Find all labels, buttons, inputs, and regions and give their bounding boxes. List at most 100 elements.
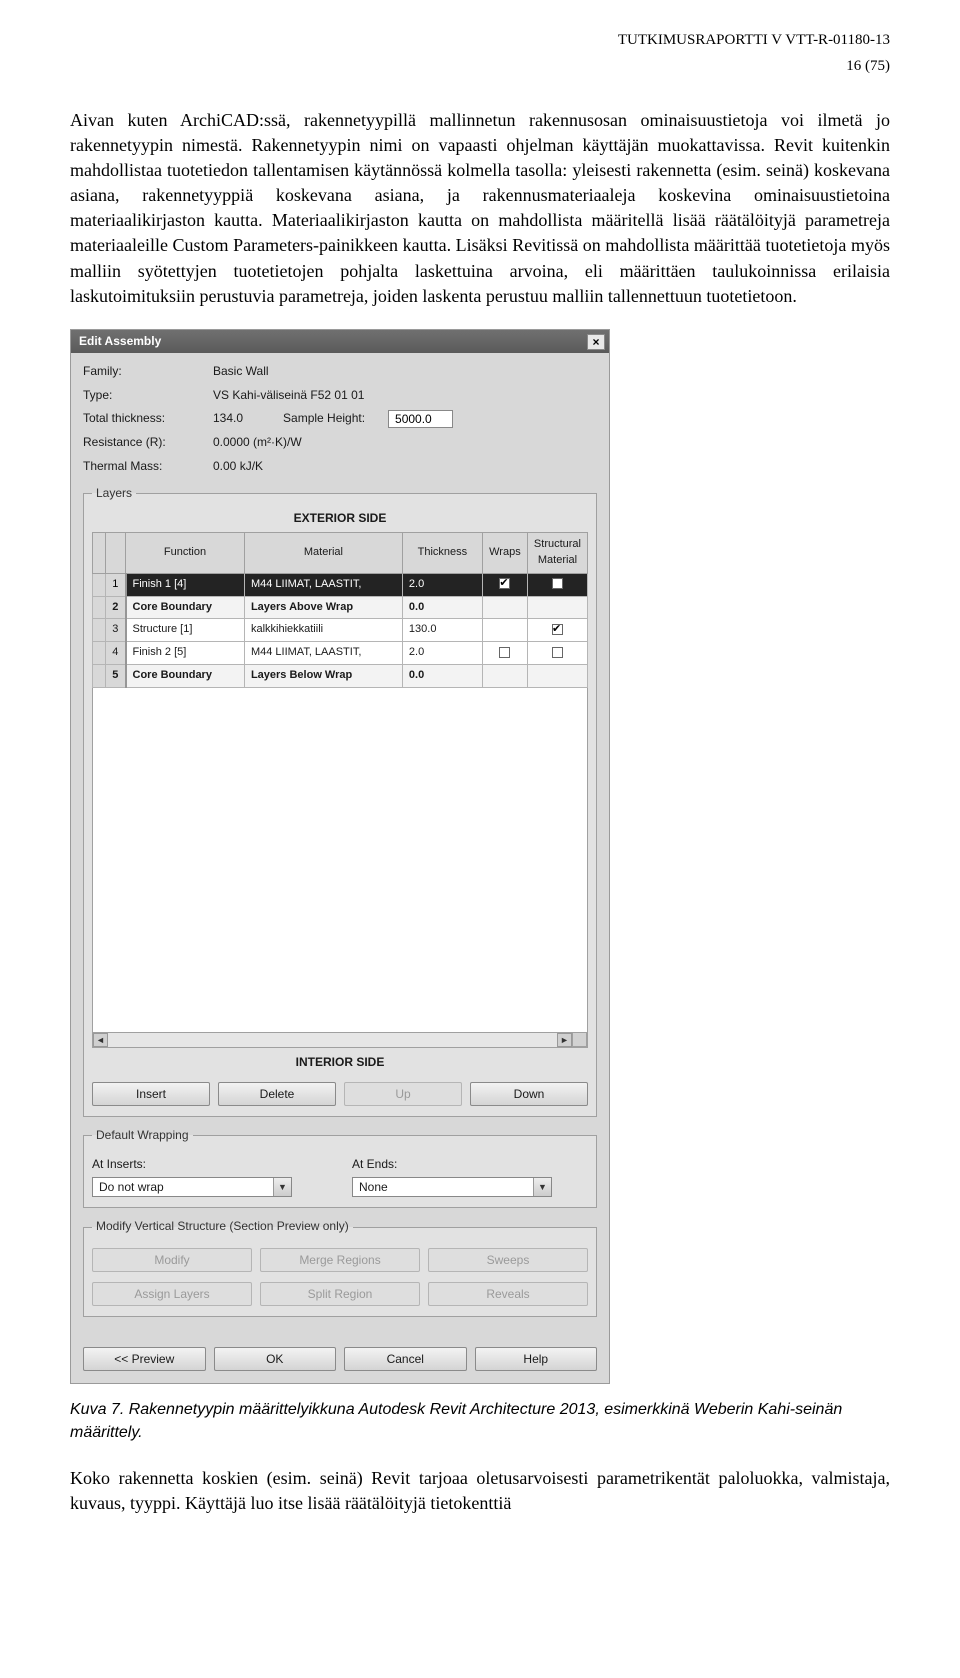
report-header: TUTKIMUSRAPORTTI V VTT-R-01180-13 xyxy=(70,30,890,52)
dialog-title: Edit Assembly xyxy=(79,333,161,350)
sample-height-label: Sample Height: xyxy=(283,410,388,427)
structural-cell[interactable] xyxy=(527,665,587,688)
split-region-button[interactable]: Split Region xyxy=(260,1282,420,1306)
material-cell[interactable]: Layers Above Wrap xyxy=(244,596,402,619)
table-row[interactable]: 1Finish 1 [4]M44 LIIMAT, LAASTIT,2.0 xyxy=(93,573,588,596)
body-paragraph-1: Aivan kuten ArchiCAD:ssä, rakennetyypill… xyxy=(70,108,890,310)
chevron-down-icon[interactable]: ▼ xyxy=(533,1178,551,1196)
function-cell[interactable]: Core Boundary xyxy=(126,665,245,688)
row-number[interactable]: 3 xyxy=(106,619,126,642)
checkbox-icon[interactable] xyxy=(552,624,563,635)
total-thickness-label: Total thickness: xyxy=(83,410,213,427)
cancel-button[interactable]: Cancel xyxy=(344,1347,467,1371)
table-row[interactable]: 5Core BoundaryLayers Below Wrap0.0 xyxy=(93,665,588,688)
material-cell[interactable]: Layers Below Wrap xyxy=(244,665,402,688)
function-cell[interactable]: Core Boundary xyxy=(126,596,245,619)
exterior-side-label: EXTERIOR SIDE xyxy=(92,510,588,527)
table-row[interactable]: 4Finish 2 [5]M44 LIIMAT, LAASTIT,2.0 xyxy=(93,642,588,665)
close-icon[interactable]: × xyxy=(587,334,605,350)
thickness-cell[interactable]: 0.0 xyxy=(402,665,482,688)
layers-table[interactable]: FunctionMaterialThicknessWrapsStructural… xyxy=(92,532,588,689)
scroll-right-icon[interactable]: ► xyxy=(557,1033,572,1047)
horizontal-scrollbar[interactable]: ◄ ► xyxy=(93,1032,572,1047)
at-inserts-label: At Inserts: xyxy=(92,1156,292,1173)
dialog-titlebar[interactable]: Edit Assembly × xyxy=(71,330,609,353)
wraps-cell[interactable] xyxy=(482,642,527,665)
column-header[interactable]: Thickness xyxy=(402,532,482,573)
material-cell[interactable]: M44 LIIMAT, LAASTIT, xyxy=(244,642,402,665)
down-button[interactable]: Down xyxy=(470,1082,588,1106)
structural-cell[interactable] xyxy=(527,573,587,596)
at-inserts-value: Do not wrap xyxy=(99,1179,164,1196)
caption-text: Rakennetyypin määrittelyikkuna Autodesk … xyxy=(70,1401,842,1441)
drag-handle[interactable] xyxy=(93,596,106,619)
scroll-left-icon[interactable]: ◄ xyxy=(93,1033,108,1047)
sample-height-input[interactable] xyxy=(388,410,453,428)
insert-button[interactable]: Insert xyxy=(92,1082,210,1106)
delete-button[interactable]: Delete xyxy=(218,1082,336,1106)
column-header[interactable]: Material xyxy=(244,532,402,573)
table-row[interactable]: 3Structure [1]kalkkihiekkatiili130.0 xyxy=(93,619,588,642)
default-wrapping-group: Default Wrapping At Inserts: Do not wrap… xyxy=(83,1127,597,1209)
at-ends-combo[interactable]: None ▼ xyxy=(352,1177,552,1197)
chevron-down-icon[interactable]: ▼ xyxy=(273,1178,291,1196)
structural-cell[interactable] xyxy=(527,642,587,665)
structural-cell[interactable] xyxy=(527,619,587,642)
family-value: Basic Wall xyxy=(213,363,269,380)
row-number[interactable]: 4 xyxy=(106,642,126,665)
edit-assembly-dialog: Edit Assembly × Family: Basic Wall Type:… xyxy=(70,329,610,1384)
material-cell[interactable]: kalkkihiekkatiili xyxy=(244,619,402,642)
table-row[interactable]: 2Core BoundaryLayers Above Wrap0.0 xyxy=(93,596,588,619)
modify-button[interactable]: Modify xyxy=(92,1248,252,1272)
drag-handle[interactable] xyxy=(93,573,106,596)
resistance-value: 0.0000 (m²·K)/W xyxy=(213,434,302,451)
checkbox-icon[interactable] xyxy=(552,578,563,589)
drag-handle[interactable] xyxy=(93,619,106,642)
wraps-cell[interactable] xyxy=(482,665,527,688)
drag-handle[interactable] xyxy=(93,665,106,688)
layers-legend: Layers xyxy=(92,485,136,502)
column-header[interactable] xyxy=(106,532,126,573)
thickness-cell[interactable]: 130.0 xyxy=(402,619,482,642)
row-number[interactable]: 1 xyxy=(106,573,126,596)
at-ends-label: At Ends: xyxy=(352,1156,552,1173)
figure-caption: Kuva 7. Rakennetyypin määrittelyikkuna A… xyxy=(70,1398,890,1444)
column-header[interactable]: Structural Material xyxy=(527,532,587,573)
scrollbar-corner xyxy=(572,1032,587,1047)
row-number[interactable]: 5 xyxy=(106,665,126,688)
at-inserts-combo[interactable]: Do not wrap ▼ xyxy=(92,1177,292,1197)
structural-cell[interactable] xyxy=(527,596,587,619)
sweeps-button[interactable]: Sweeps xyxy=(428,1248,588,1272)
drag-handle[interactable] xyxy=(93,642,106,665)
modify-vertical-group: Modify Vertical Structure (Section Previ… xyxy=(83,1218,597,1316)
interior-side-label: INTERIOR SIDE xyxy=(92,1054,588,1071)
assign-layers-button[interactable]: Assign Layers xyxy=(92,1282,252,1306)
function-cell[interactable]: Structure [1] xyxy=(126,619,245,642)
checkbox-icon[interactable] xyxy=(499,647,510,658)
checkbox-icon[interactable] xyxy=(499,578,510,589)
family-label: Family: xyxy=(83,363,213,380)
thickness-cell[interactable]: 2.0 xyxy=(402,573,482,596)
column-header[interactable] xyxy=(93,532,106,573)
wraps-cell[interactable] xyxy=(482,573,527,596)
merge-regions-button[interactable]: Merge Regions xyxy=(260,1248,420,1272)
layers-empty-area: ◄ ► xyxy=(92,688,588,1048)
thickness-cell[interactable]: 2.0 xyxy=(402,642,482,665)
column-header[interactable]: Wraps xyxy=(482,532,527,573)
checkbox-icon[interactable] xyxy=(552,647,563,658)
wraps-cell[interactable] xyxy=(482,619,527,642)
ok-button[interactable]: OK xyxy=(214,1347,337,1371)
preview-button[interactable]: << Preview xyxy=(83,1347,206,1371)
wraps-cell[interactable] xyxy=(482,596,527,619)
total-thickness-value: 134.0 xyxy=(213,410,243,427)
row-number[interactable]: 2 xyxy=(106,596,126,619)
column-header[interactable]: Function xyxy=(126,532,245,573)
up-button[interactable]: Up xyxy=(344,1082,462,1106)
page-number: 16 (75) xyxy=(70,56,890,78)
function-cell[interactable]: Finish 2 [5] xyxy=(126,642,245,665)
reveals-button[interactable]: Reveals xyxy=(428,1282,588,1306)
function-cell[interactable]: Finish 1 [4] xyxy=(126,573,245,596)
material-cell[interactable]: M44 LIIMAT, LAASTIT, xyxy=(244,573,402,596)
help-button[interactable]: Help xyxy=(475,1347,598,1371)
thickness-cell[interactable]: 0.0 xyxy=(402,596,482,619)
